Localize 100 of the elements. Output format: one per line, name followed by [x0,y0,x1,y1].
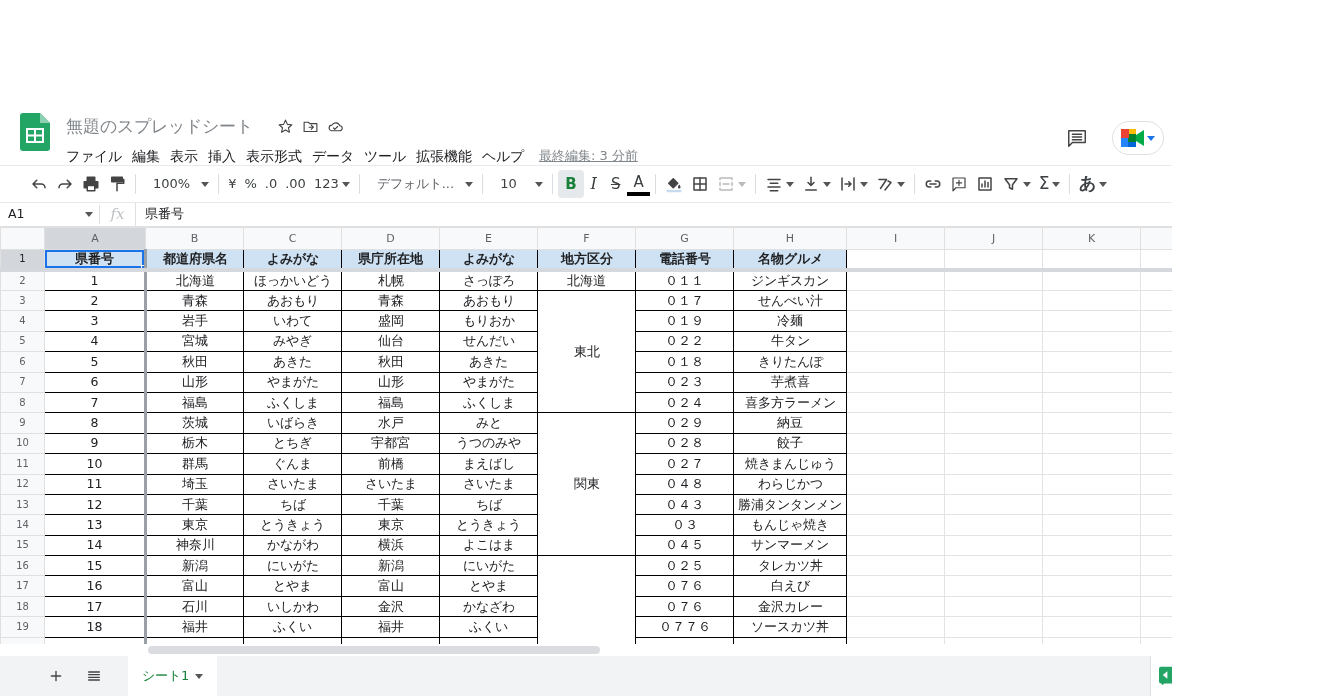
row-number[interactable]: 2 [0,270,45,291]
sheet-tab[interactable]: シート1 [128,656,218,696]
menu-item[interactable]: 拡張機能 [411,144,477,168]
row-number[interactable]: 5 [0,331,45,352]
table-cell: 1 [44,270,146,291]
table-cell: 秋田 [145,351,244,373]
table-cell: 6 [44,372,146,393]
row-number[interactable]: 16 [0,555,45,576]
table-cell: ０７６ [635,596,734,617]
table-cell: やまがた [243,372,342,393]
table-cell: 餃子 [733,433,847,454]
text-color-button[interactable]: A [627,172,650,196]
table-cell: いばらき [243,412,342,434]
name-box[interactable]: A1 [0,205,100,224]
italic-button[interactable]: I [583,170,604,198]
table-cell: 仙台 [341,331,440,352]
table-cell: きりたんぽ [733,351,847,373]
table-cell: 群馬 [145,453,244,474]
table-cell: ０２７ [635,453,734,474]
row-number[interactable]: 9 [0,412,45,434]
table-cell: 青森 [145,290,244,311]
table-cell: 山形 [341,372,440,393]
menu-item[interactable]: 編集 [127,144,165,168]
row-number[interactable]: 15 [0,535,45,556]
row-number[interactable]: 14 [0,514,45,536]
formula-input[interactable]: 県番号 [136,205,1172,224]
column-header[interactable]: J [944,227,1043,250]
column-header[interactable]: E [439,227,538,250]
bold-button[interactable]: B [558,170,584,198]
table-cell: いしかわ [243,596,342,617]
column-header[interactable]: C [243,227,342,250]
row-number[interactable]: 6 [0,351,45,373]
menu-item[interactable]: ヘルプ [477,144,529,168]
table-cell: にいがた [243,555,342,576]
table-cell: ぐんま [243,453,342,474]
table-cell: 17 [44,596,146,617]
row-number[interactable]: 8 [0,392,45,413]
column-header[interactable]: F [537,227,636,250]
row-number[interactable]: 12 [0,474,45,495]
last-edit-link[interactable]: 最終編集: 3 分前 [539,146,638,166]
row-number[interactable]: 19 [0,616,45,638]
table-cell: ０１８ [635,351,734,373]
table-cell: 7 [44,392,146,413]
menu-item[interactable]: 表示 [165,144,203,168]
table-cell: 3 [44,310,146,332]
zoom-dropdown[interactable]: 100% [141,170,214,198]
table-cell: さいたま [341,474,440,495]
table-cell: 横浜 [341,535,440,556]
strikethrough-button[interactable]: S [603,170,628,198]
column-header[interactable]: H [733,227,847,250]
table-cell: 栃木 [145,433,244,454]
table-cell: 勝浦タンタンメン [733,494,847,515]
decrease-decimals-button[interactable]: .0 [260,170,282,198]
table-cell: とちぎ [243,433,342,454]
row-number[interactable]: 7 [0,372,45,393]
column-header[interactable]: I [846,227,945,250]
percent-button[interactable]: % [240,170,261,198]
menu-item[interactable]: ツール [359,144,411,168]
row-number[interactable]: 3 [0,290,45,311]
row-number[interactable]: 13 [0,494,45,515]
menu-item[interactable]: データ [307,144,359,168]
table-cell: 新潟 [145,555,244,576]
currency-button[interactable]: ¥ [224,170,241,198]
menu-item[interactable]: 挿入 [203,144,241,168]
row-number[interactable]: 18 [0,596,45,617]
table-cell: 千葉 [145,494,244,515]
column-header[interactable]: G [635,227,734,250]
table-cell: 札幌 [341,270,440,291]
menu-item[interactable]: ファイル [61,144,127,168]
table-cell: 福井 [145,616,244,638]
column-header[interactable]: B [145,227,244,250]
input-tools-button[interactable]: あ [1075,170,1112,198]
font-size-dropdown[interactable]: 10 [488,170,548,198]
row-number[interactable]: 1 [0,249,45,270]
increase-decimals-button[interactable]: .00 [281,170,310,198]
table-cell: とうきょう [243,514,342,536]
column-header[interactable]: D [341,227,440,250]
table-cell: 東京 [145,514,244,536]
menu-item[interactable]: 表示形式 [241,144,307,168]
document-title[interactable]: 無題のスプレッドシート [66,115,253,137]
table-cell: 青森 [341,290,440,311]
table-cell: 牛タン [733,331,847,352]
table-cell: ０２８ [635,433,734,454]
table-cell: 13 [44,514,146,536]
table-cell: 10 [44,453,146,474]
more-formats-dropdown[interactable]: 123 [309,170,354,198]
table-cell: 8 [44,412,146,434]
font-dropdown[interactable]: デフォルト... [364,170,478,198]
table-cell: 神奈川 [145,535,244,556]
column-header[interactable]: A [44,227,146,250]
table-cell: さいたま [243,474,342,495]
table-cell: 富山 [341,575,440,597]
row-number[interactable]: 4 [0,310,45,332]
table-cell: あおもり [243,290,342,311]
functions-button[interactable]: Σ [1034,170,1065,198]
row-number[interactable]: 11 [0,453,45,474]
table-cell: 石川 [145,596,244,617]
row-number[interactable]: 10 [0,433,45,454]
row-number[interactable]: 17 [0,575,45,597]
column-header[interactable]: K [1042,227,1141,250]
